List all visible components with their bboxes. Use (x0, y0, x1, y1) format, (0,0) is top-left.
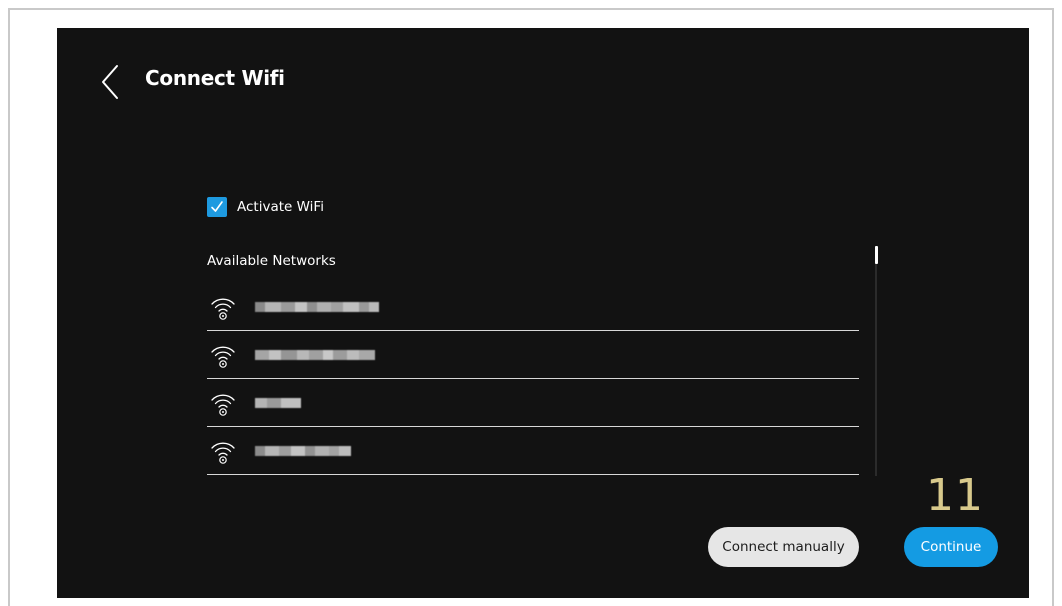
back-button[interactable] (97, 62, 123, 102)
step-number-label: 11 (926, 470, 984, 521)
network-row[interactable] (207, 283, 859, 331)
network-list-scrollbar[interactable] (875, 246, 878, 264)
network-row[interactable] (207, 331, 859, 379)
network-list-scroll-track[interactable] (875, 246, 877, 476)
wifi-setup-screen: Connect Wifi Activate WiFi Available Net… (57, 28, 1029, 598)
network-name-redacted (255, 349, 375, 360)
continue-button[interactable]: Continue (904, 527, 998, 567)
connect-manually-button[interactable]: Connect manually (708, 527, 859, 567)
network-row[interactable] (207, 379, 859, 427)
page-title: Connect Wifi (145, 66, 285, 90)
available-networks-heading: Available Networks (207, 253, 336, 269)
wifi-icon (211, 298, 235, 320)
checkmark-icon (211, 201, 223, 212)
activate-wifi-checkbox[interactable] (207, 197, 227, 217)
wifi-icon (211, 394, 235, 416)
network-name-redacted (255, 301, 379, 312)
network-name-redacted (255, 445, 351, 456)
wifi-icon (211, 442, 235, 464)
wifi-icon (211, 346, 235, 368)
activate-wifi-toggle[interactable]: Activate WiFi (207, 197, 324, 217)
network-list (207, 283, 859, 475)
network-row[interactable] (207, 427, 859, 475)
chevron-left-icon (102, 65, 118, 99)
network-name-redacted (255, 397, 301, 408)
activate-wifi-label: Activate WiFi (237, 199, 324, 215)
